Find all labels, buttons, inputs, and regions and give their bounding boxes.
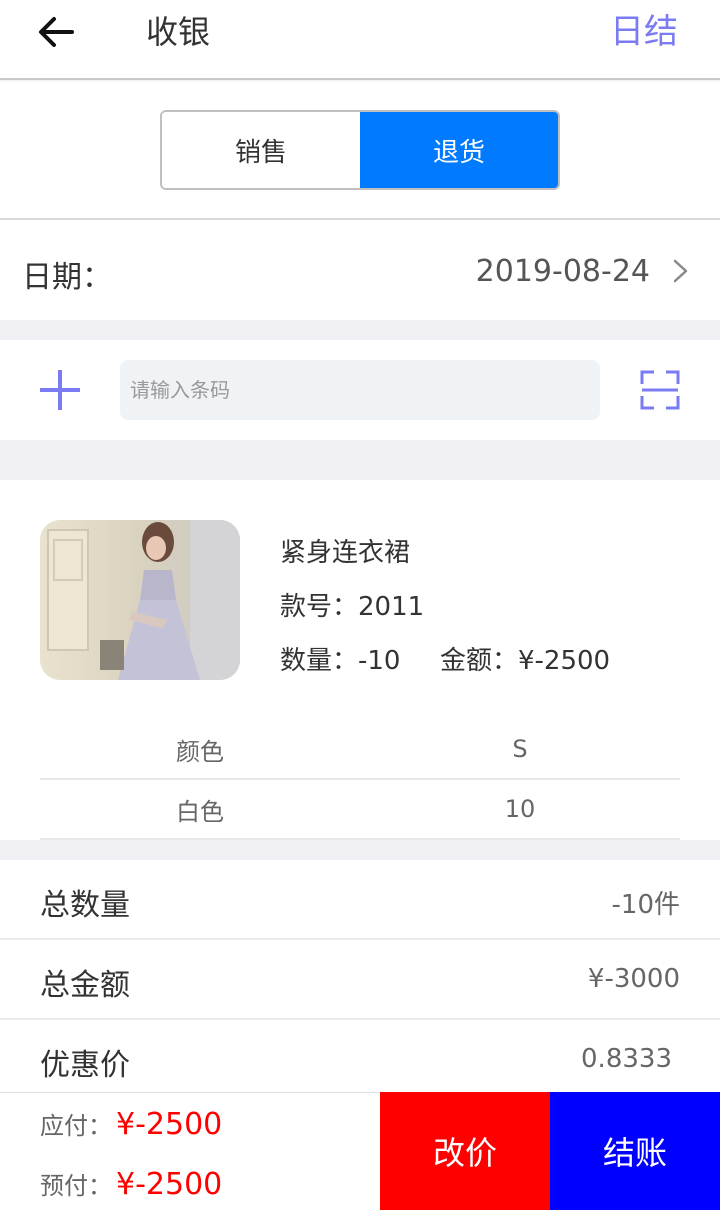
sale-return-segmented-control: 销售 退货 [160,110,560,190]
payable-line: 应付： ¥-2500 [40,1106,222,1142]
spec-table-header: 颜色 S [40,720,680,780]
barcode-input[interactable] [120,360,600,420]
prepaid-label: 预付： [40,1172,112,1200]
date-picker-row[interactable]: 日期： 2019-08-24 [0,220,720,320]
product-image [40,520,240,680]
daily-settlement-button[interactable]: 日结 [610,12,678,52]
product-name: 紧身连衣裙 [280,538,411,568]
total-amount-label: 总金额 [40,968,130,1003]
discount-value: 0.8333 [581,1044,672,1074]
payable-label: 应付： [40,1112,112,1140]
total-quantity-value: -10件 [611,890,680,920]
spec-cell-color: 白色 [176,797,224,826]
spec-cell-qty: 10 [504,795,536,823]
scan-button[interactable] [640,370,680,410]
prepaid-amount: ¥-2500 [116,1167,223,1202]
change-price-button[interactable]: 改价 [380,1092,550,1210]
add-item-button[interactable] [38,368,82,412]
spec-header-color: 颜色 [176,737,224,766]
scan-frame-icon [640,370,680,410]
section-gap [0,320,720,340]
discount-row[interactable]: 优惠价 0.8333 [0,1020,720,1100]
product-amount: 金额：¥-2500 [440,646,611,676]
segment-return[interactable]: 退货 [360,112,558,188]
top-bar: 收银 日结 [0,0,720,80]
plus-icon [40,370,80,410]
section-gap [0,440,720,480]
section-gap [0,840,720,860]
date-label: 日期： [22,260,112,295]
spec-header-size: S [512,735,528,763]
payable-amount: ¥-2500 [116,1107,223,1142]
total-quantity-label: 总数量 [40,888,130,923]
prepaid-line: 预付： ¥-2500 [40,1166,222,1202]
segment-sale[interactable]: 销售 [162,112,360,188]
product-style-number: 款号：2011 [280,592,425,622]
total-quantity-row: 总数量 -10件 [0,860,720,940]
checkout-button[interactable]: 结账 [550,1092,720,1210]
page-title: 收银 [146,13,211,51]
total-amount-value: ¥-3000 [587,964,680,994]
total-amount-row: 总金额 ¥-3000 [0,940,720,1020]
arrow-left-icon [39,17,74,47]
table-row: 白色 10 [40,780,680,840]
chevron-right-icon [673,259,688,283]
product-quantity: 数量：-10 [280,646,401,676]
discount-label: 优惠价 [40,1048,130,1083]
date-value: 2019-08-24 [475,254,650,289]
back-button[interactable] [34,10,80,56]
